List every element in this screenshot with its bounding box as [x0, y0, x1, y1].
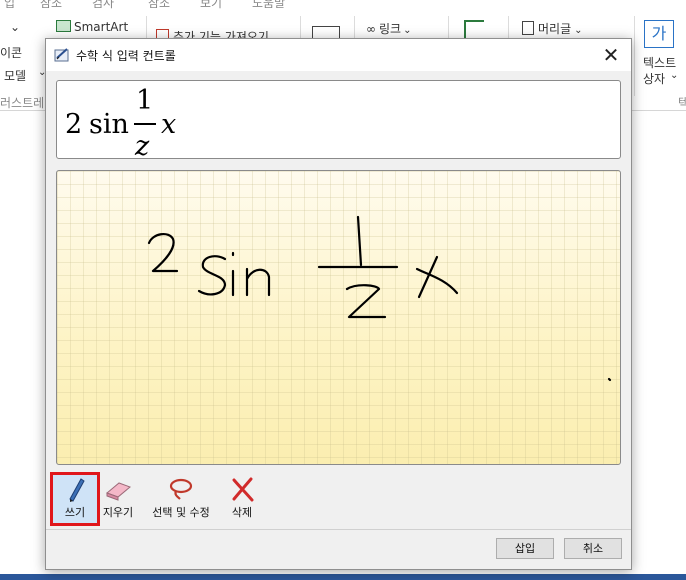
taskbar: [0, 574, 686, 580]
handwriting-ink: [147, 215, 612, 382]
delete-tool-button[interactable]: 삭제: [222, 475, 262, 521]
formula-numerator: 1: [136, 85, 153, 116]
ink-stroke-1: [356, 215, 363, 267]
ribbon-smartart-button[interactable]: SmartArt: [56, 20, 128, 34]
ribbon-tab-fragment[interactable]: 참조: [40, 0, 62, 11]
ink-stroke-n: [245, 267, 271, 297]
textbox-icon: 가: [644, 20, 674, 48]
header-icon: [522, 21, 534, 35]
formula-denominator: z: [134, 131, 150, 158]
cancel-button[interactable]: 취소: [564, 538, 622, 559]
link-label: 링크: [379, 22, 402, 36]
lasso-icon: [169, 478, 193, 500]
select-correct-tool-label: 선택 및 수정: [152, 506, 210, 519]
ribbon-header-button[interactable]: 머리글 ⌄: [522, 20, 583, 37]
ink-stroke-s: [197, 255, 227, 296]
dialog-titlebar[interactable]: 수학 식 입력 컨트롤 ✕: [46, 39, 631, 71]
ink-stroke-2: [147, 233, 179, 273]
ribbon-tab-fragment[interactable]: 검사: [92, 0, 114, 11]
smartart-label: SmartArt: [74, 20, 129, 34]
chevron-down-icon[interactable]: ⌄: [670, 70, 678, 81]
formula-preview: 2 sin 1 z x: [56, 80, 621, 159]
write-tool-label: 쓰기: [64, 506, 86, 519]
ink-stroke-z: [345, 284, 387, 319]
textbox-label-line1[interactable]: 텍스트: [643, 54, 676, 71]
handwriting-canvas[interactable]: [56, 170, 621, 465]
header-label: 머리글: [538, 22, 572, 36]
ribbon-3d-models-button[interactable]: 모델: [4, 67, 26, 84]
ribbon-tab-fragment[interactable]: 도움말: [252, 0, 285, 11]
delete-tool-label: 삭제: [231, 506, 253, 519]
math-input-dialog: 수학 식 입력 컨트롤 ✕ 2 sin 1 z x 쓰기 지우기 선택 및 수정…: [45, 38, 632, 570]
ribbon-tab-fragment[interactable]: 보기: [200, 0, 222, 11]
footer-divider: [46, 529, 631, 530]
ribbon-group-label: 텍: [678, 96, 686, 110]
close-icon[interactable]: ✕: [597, 42, 625, 68]
ribbon-separator: [634, 16, 635, 96]
delete-x-icon: [232, 477, 254, 502]
formula-function: sin: [89, 109, 129, 140]
ribbon-icons-button[interactable]: 이콘: [0, 44, 22, 61]
erase-tool-button[interactable]: 지우기: [96, 475, 140, 521]
comment-icon: [464, 20, 484, 38]
link-icon: ∞: [366, 22, 376, 36]
formula-variable: x: [161, 109, 176, 140]
ribbon-tab-fragment[interactable]: 참조: [148, 0, 170, 11]
smartart-icon: [56, 20, 71, 32]
ribbon-chevron[interactable]: ⌄: [10, 20, 20, 34]
formula-coefficient: 2: [65, 109, 82, 140]
erase-tool-label: 지우기: [102, 506, 134, 519]
select-correct-tool-button[interactable]: 선택 및 수정: [144, 475, 218, 521]
ribbon-group-label: 러스트레: [0, 96, 45, 110]
fraction-bar: [134, 123, 156, 125]
math-input-icon: [54, 48, 69, 62]
ink-stroke-dot: [607, 377, 612, 382]
insert-button[interactable]: 삽입: [496, 538, 554, 559]
formula-preview-render: 2 sin 1 z x: [65, 85, 176, 158]
ribbon-tab-fragment[interactable]: 입: [4, 0, 15, 11]
pen-icon: [69, 478, 85, 502]
eraser-icon: [106, 482, 131, 501]
textbox-label-line2[interactable]: 상자: [643, 70, 665, 87]
ribbon-link-button[interactable]: ∞ 링크 ⌄: [366, 20, 411, 37]
write-tool-button[interactable]: 쓰기: [50, 472, 100, 526]
dialog-title: 수학 식 입력 컨트롤: [76, 49, 176, 63]
